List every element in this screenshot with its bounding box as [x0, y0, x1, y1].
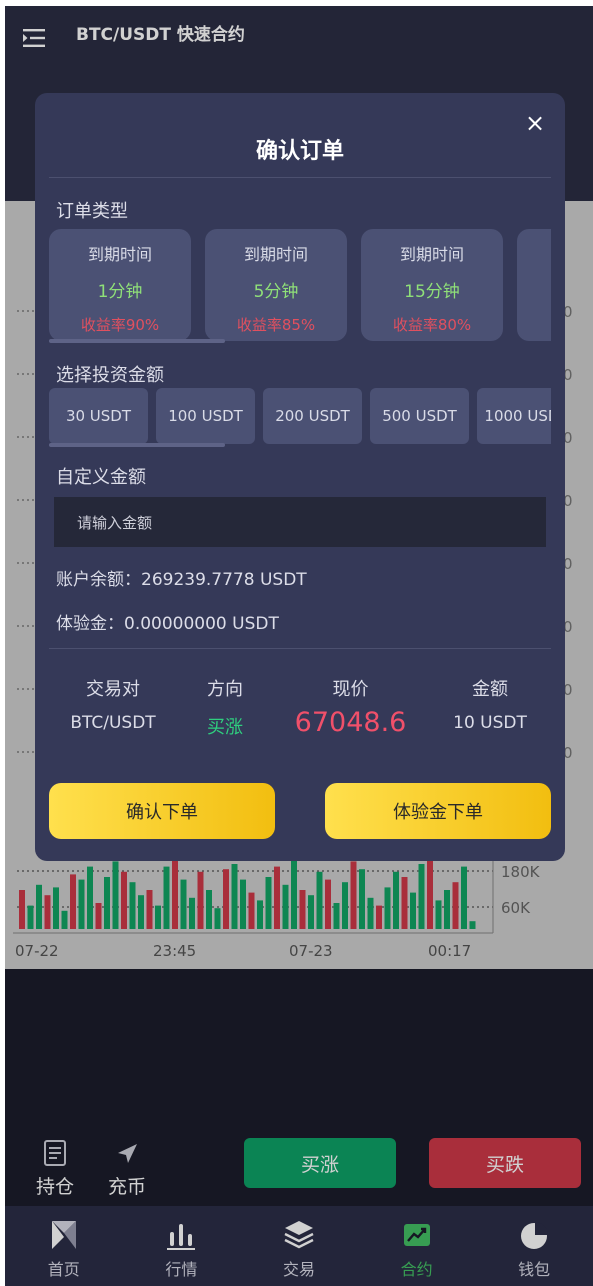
custom-amount-input[interactable]: 请输入金额 — [54, 497, 546, 547]
divider — [49, 177, 551, 178]
summary-direction-label: 方向 — [207, 679, 243, 700]
summary-price: 现价 67048.6 — [283, 675, 418, 738]
period-duration: 1分钟 — [97, 282, 143, 302]
period-yield: 收益率80% — [392, 316, 472, 334]
period-card[interactable]: 到期时间收 — [517, 229, 551, 341]
amount-list[interactable]: 30 USDT100 USDT200 USDT500 USDT1000 USDT — [49, 388, 551, 444]
summary-amount: 金额 10 USDT — [430, 675, 550, 733]
summary-direction: 方向 买涨 — [175, 675, 275, 739]
period-card[interactable]: 到期时间 1分钟收益率90% — [49, 229, 191, 341]
summary-pair-value: BTC/USDT — [70, 713, 156, 733]
period-duration: 15分钟 — [404, 282, 460, 302]
amount-option-button[interactable]: 200 USDT — [263, 388, 362, 444]
summary-price-value: 67048.6 — [294, 707, 407, 738]
close-icon[interactable]: × — [523, 111, 547, 135]
summary-pair: 交易对 BTC/USDT — [53, 675, 173, 733]
summary-amount-value: 10 USDT — [453, 713, 527, 733]
summary-amount-label: 金额 — [472, 679, 508, 700]
period-label: 到期时间 — [243, 245, 308, 264]
account-balance: 账户余额：269239.7778 USDT — [56, 570, 307, 590]
trial-order-button[interactable]: 体验金下单 — [325, 783, 551, 839]
period-scrollbar[interactable] — [49, 339, 225, 343]
period-label: 到期时间 — [517, 241, 551, 265]
app-root: BTC/USDT 快速合约 0 0 0 0 0 0 0 0 180K 60K 07-22 23:45… — [5, 6, 593, 1286]
amount-option-button[interactable]: 30 USDT — [49, 388, 148, 444]
amount-option-button[interactable]: 1000 USDT — [477, 388, 551, 444]
amount-label: 选择投资金额 — [56, 365, 164, 386]
confirm-order-button[interactable]: 确认下单 — [49, 783, 275, 839]
amount-option-button[interactable]: 100 USDT — [156, 388, 255, 444]
divider — [49, 648, 551, 649]
order-type-label: 订单类型 — [56, 201, 128, 222]
custom-amount-label: 自定义金额 — [56, 467, 146, 488]
period-label: 到期时间 — [399, 245, 464, 264]
period-yield: 收 — [517, 277, 551, 298]
summary-direction-value: 买涨 — [207, 717, 243, 738]
amount-scrollbar[interactable] — [49, 443, 225, 447]
amount-option-button[interactable]: 500 USDT — [370, 388, 469, 444]
period-duration: 5分钟 — [253, 282, 299, 302]
period-label: 到期时间 — [87, 245, 152, 264]
period-yield: 收益率90% — [80, 316, 160, 334]
period-yield: 收益率85% — [236, 316, 316, 334]
summary-price-label: 现价 — [332, 679, 369, 700]
period-card[interactable]: 到期时间 15分钟收益率80% — [361, 229, 503, 341]
trial-balance: 体验金：0.00000000 USDT — [56, 614, 279, 634]
modal-title: 确认订单 — [255, 139, 344, 164]
period-card[interactable]: 到期时间 5分钟收益率85% — [205, 229, 347, 341]
summary-pair-label: 交易对 — [86, 679, 140, 700]
period-list[interactable]: 到期时间 1分钟收益率90% 到期时间 5分钟收益率85% 到期时间 15分钟收益率80%… — [49, 229, 551, 341]
confirm-order-modal: × 确认订单 订单类型 到期时间 1分钟 收益率90% 到期时间 5分钟 收益率85% 到期… — [35, 93, 565, 861]
